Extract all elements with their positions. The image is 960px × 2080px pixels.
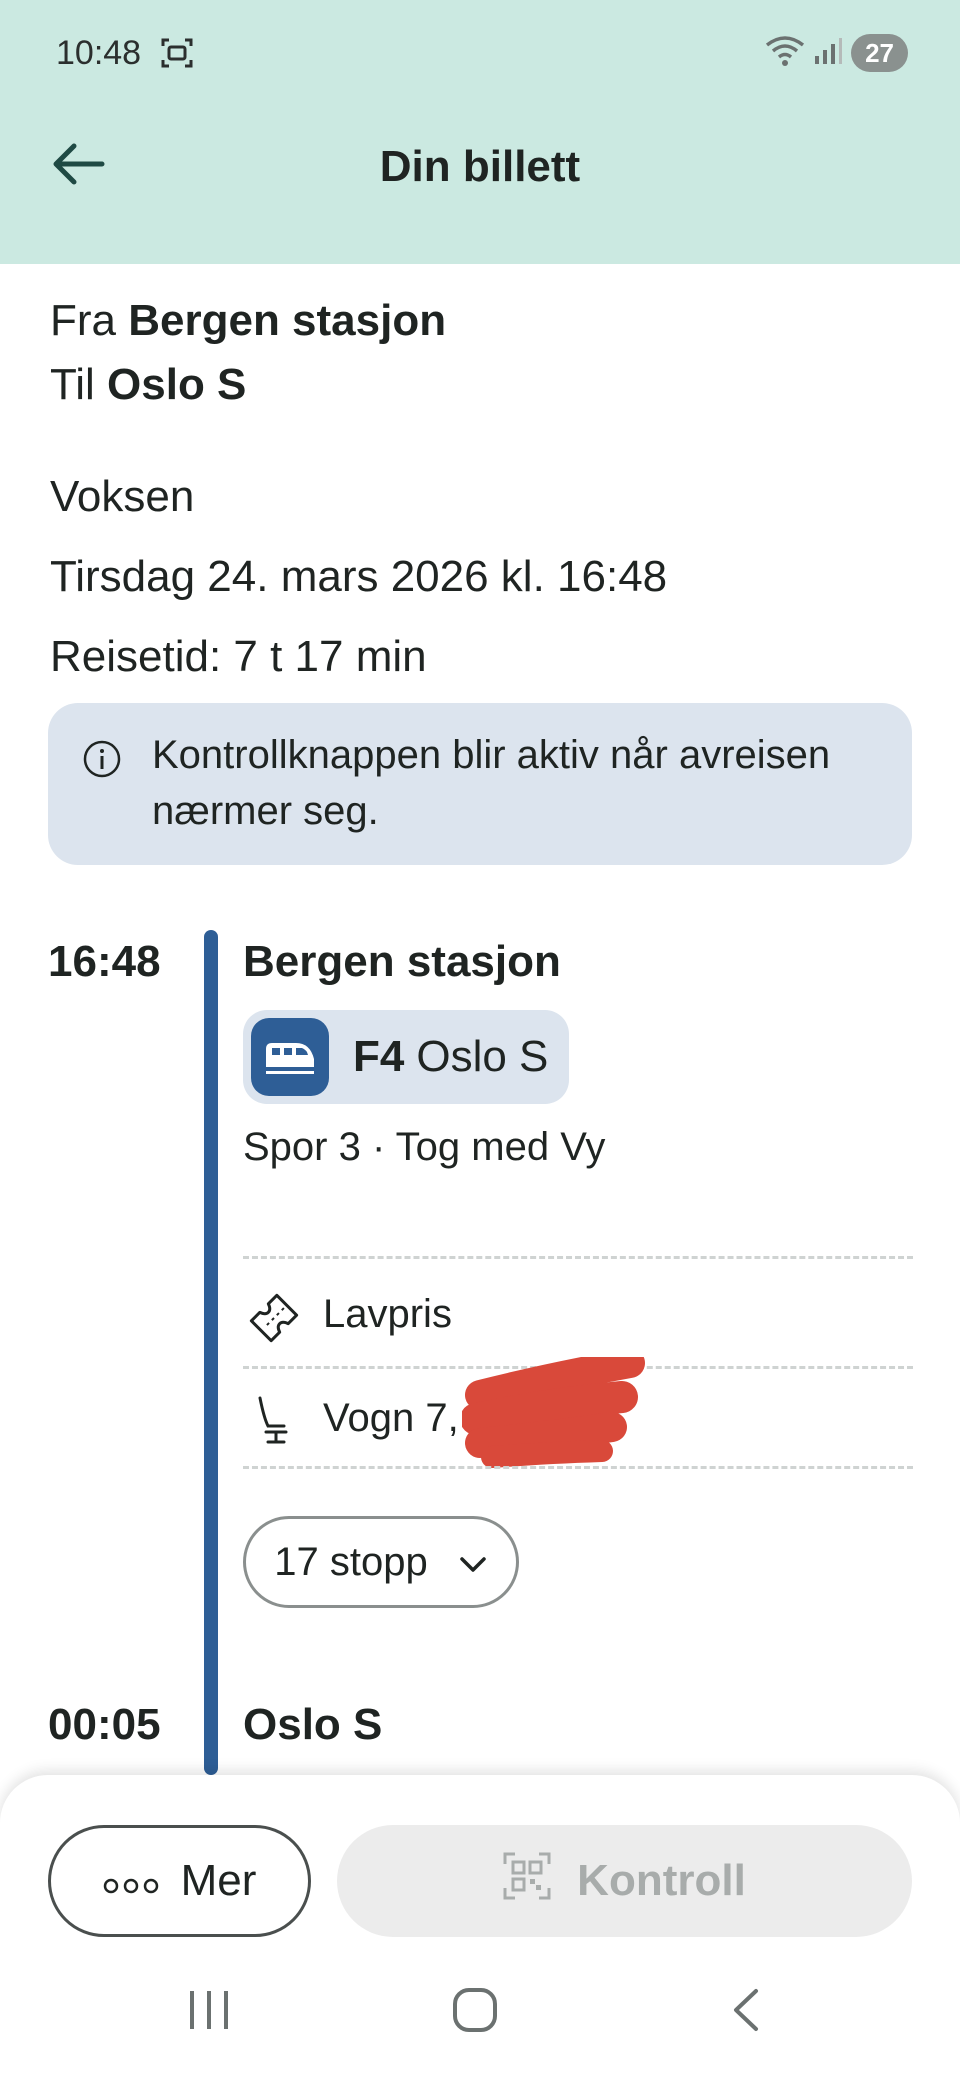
status-icons: 27 [765,34,908,72]
platform-info: Spor 3 · Tog med Vy [243,1125,606,1169]
redaction-mark [462,1357,645,1468]
stops-toggle-button[interactable]: 17 stopp [243,1516,519,1608]
to-station: Oslo S [107,360,247,409]
departure-time: 16:48 [48,937,161,986]
from-line: Fra Bergen stasjon [50,296,446,346]
to-prefix: Til [50,360,95,409]
fare-type: Lavpris [323,1292,452,1336]
recent-apps-icon[interactable] [186,1987,232,2038]
app-header: 10:48 27 Din billett [0,0,960,264]
page-title: Din billett [379,142,581,191]
more-button[interactable]: Mer [48,1825,311,1937]
home-icon[interactable] [452,1987,498,2038]
line-badge[interactable]: F4 Oslo S [243,1010,569,1104]
seat-icon [246,1392,302,1453]
travel-duration: Reisetid: 7 t 17 min [50,632,427,681]
from-station: Bergen stasjon [128,296,447,345]
chevron-down-icon [458,1540,488,1585]
journey-timeline [204,930,218,1775]
signal-icon [813,36,843,71]
to-line: Til Oslo S [50,360,246,410]
train-icon [251,1018,329,1096]
arrival-time: 00:05 [48,1700,161,1749]
control-button[interactable]: Kontroll [337,1825,912,1937]
stops-toggle-label: 17 stopp [274,1539,428,1584]
status-time: 10:48 [56,34,142,72]
more-button-label: Mer [180,1856,257,1905]
info-notice: Kontrollknappen blir aktiv når avreisen … [48,703,912,865]
departure-datetime: Tirsdag 24. mars 2026 kl. 16:48 [50,552,668,601]
info-notice-text: Kontrollknappen blir aktiv når avreisen … [152,733,831,833]
battery-indicator: 27 [851,34,908,72]
info-icon [82,739,122,784]
bottom-action-bar: Mer Kontroll [0,1775,960,2080]
qr-code-icon [503,1852,551,1911]
ticket-icon [246,1290,302,1351]
more-dots-icon [103,1856,159,1906]
arrival-stop: Oslo S [243,1700,383,1749]
traveler-type: Voksen [50,472,195,521]
departure-stop: Bergen stasjon [243,937,561,986]
from-prefix: Fra [50,296,116,345]
divider [243,1256,913,1259]
seat-info: Vogn 7, [323,1396,459,1440]
wifi-icon [765,35,805,72]
divider [243,1466,913,1469]
line-number: F4 [353,1032,405,1081]
screen-record-icon [160,36,194,75]
line-destination: Oslo S [416,1032,549,1081]
back-nav-icon[interactable] [728,1987,764,2038]
control-button-label: Kontroll [577,1856,746,1905]
